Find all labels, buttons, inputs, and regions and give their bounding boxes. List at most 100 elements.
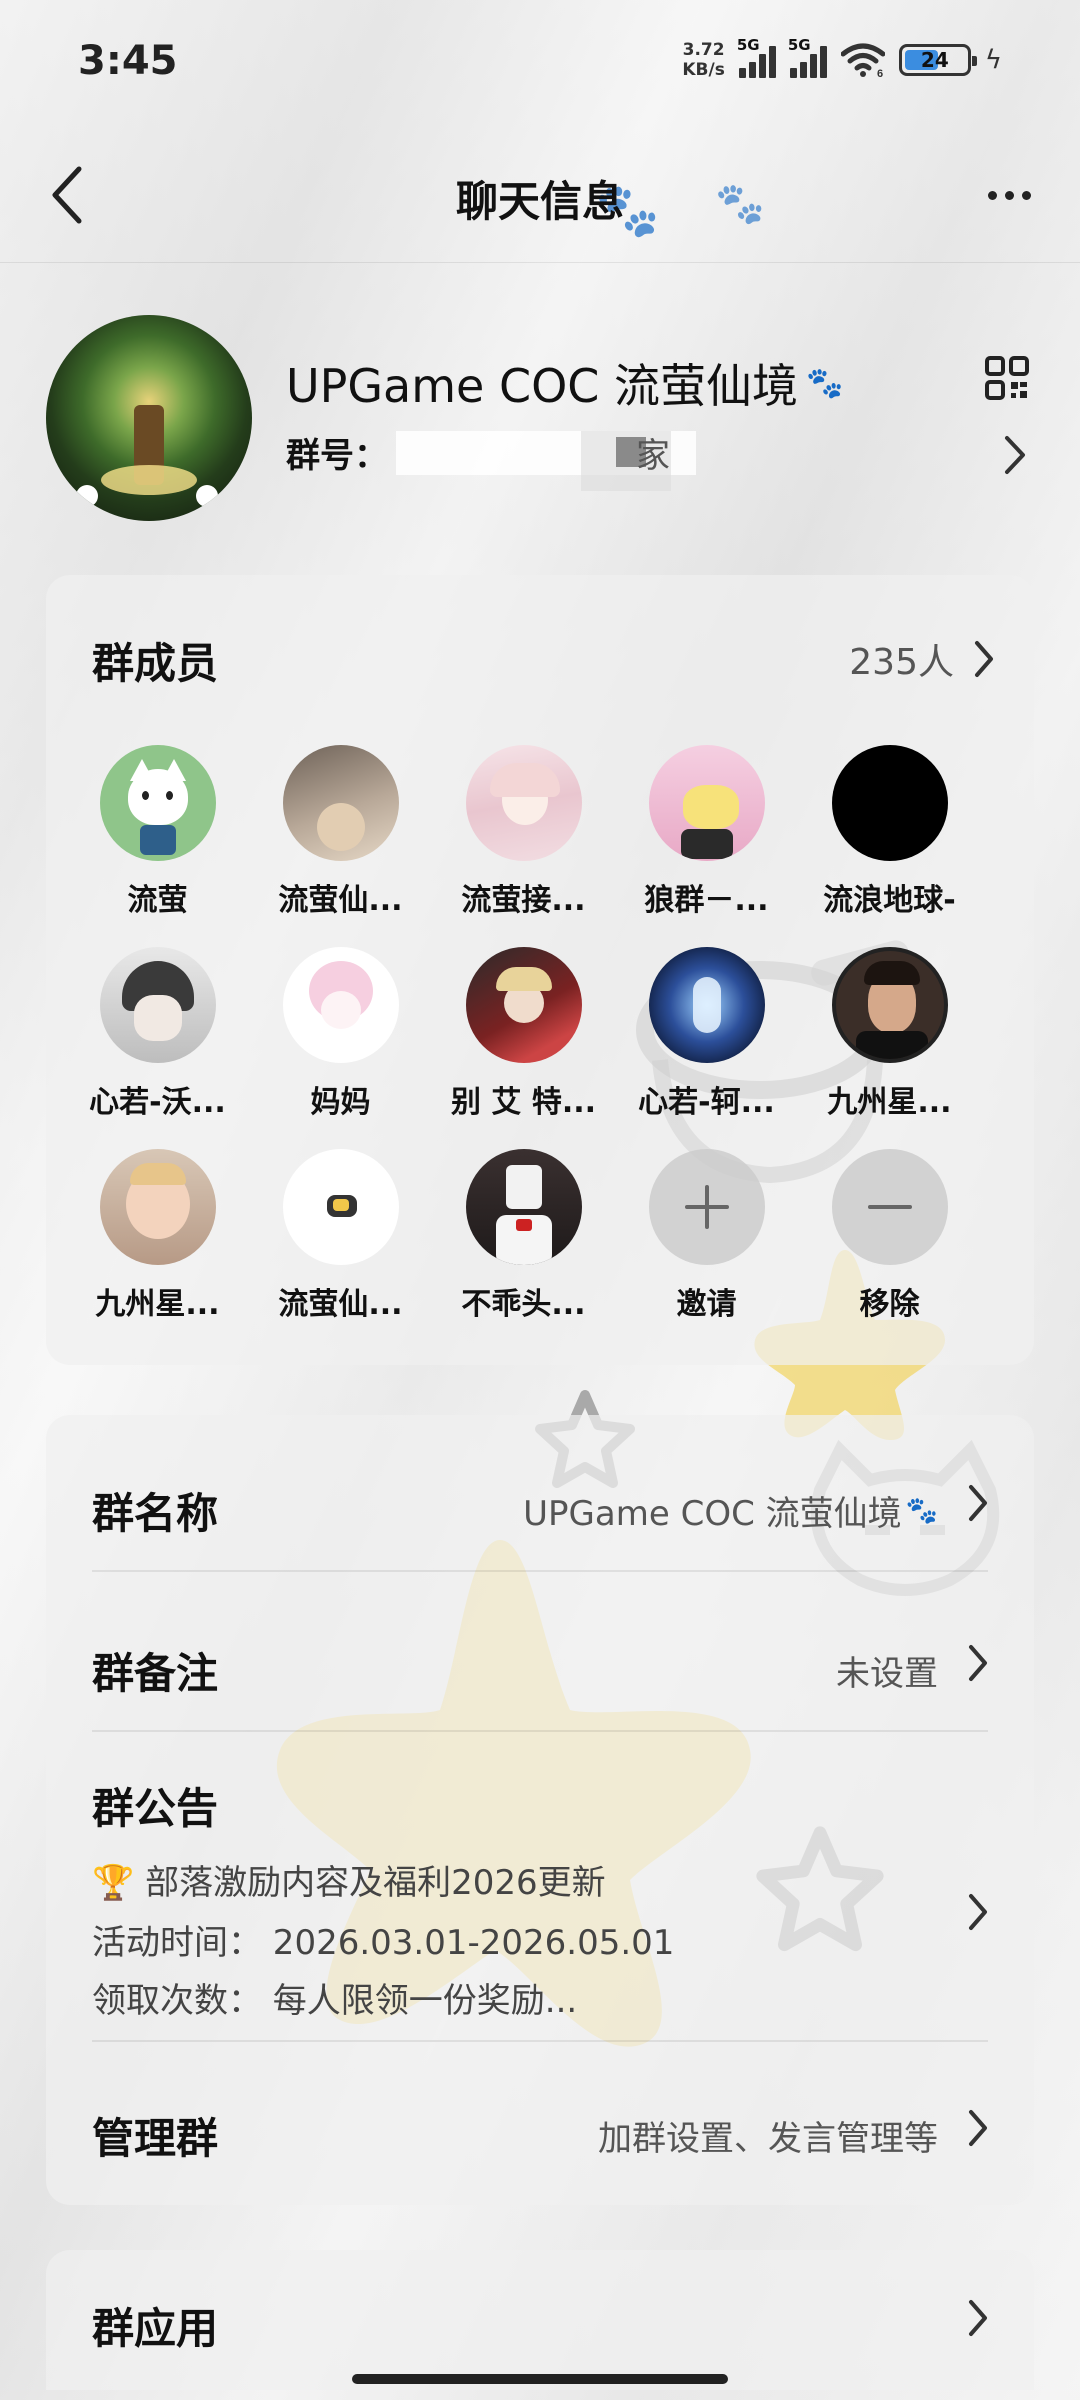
group-name-row[interactable]: 群名称 UPGame COC 流萤仙境 🐾 xyxy=(92,1470,988,1550)
announcement-period: 活动时间： 2026.03.01-2026.05.01 xyxy=(92,1923,675,1963)
chevron-right-icon xyxy=(969,2110,987,2146)
member-avatar xyxy=(282,947,399,1063)
member-avatar xyxy=(282,745,399,861)
member-avatar xyxy=(282,1149,399,1265)
group-apps-label: 群应用 xyxy=(92,2304,219,2353)
member-avatar xyxy=(99,745,216,861)
member-item[interactable]: 流萤 xyxy=(66,745,249,919)
qr-code-icon[interactable] xyxy=(984,355,1030,401)
member-name: 流浪地球- xyxy=(823,883,956,918)
wifi-icon: 6 xyxy=(840,43,885,78)
paw-emoji-icon: 🐾 xyxy=(806,365,844,401)
member-name: 心若-轲... xyxy=(638,1085,775,1120)
group-remark-label: 群备注 xyxy=(92,1649,219,1698)
member-avatar xyxy=(465,947,582,1063)
members-section-title: 群成员 xyxy=(92,639,219,688)
group-remark-value: 未设置 xyxy=(836,1654,938,1694)
minus-icon xyxy=(831,1149,948,1265)
status-bar: 3:45 3.72 KB/s 5G 5G 6 24 ϟ xyxy=(0,0,1080,130)
invite-label: 邀请 xyxy=(676,1287,737,1322)
member-avatar xyxy=(831,947,948,1063)
member-name: 九州星... xyxy=(827,1085,952,1120)
member-avatar xyxy=(465,745,582,861)
group-id: 群号： 家 xyxy=(286,428,696,491)
announcement-label: 群公告 xyxy=(92,1784,219,1833)
group-settings-card: 群名称 UPGame COC 流萤仙境 🐾 群备注 未设置 群公告 🏆 部落激励… xyxy=(46,1415,1034,2205)
member-item[interactable]: 妈妈 xyxy=(249,947,432,1121)
member-name: 妈妈 xyxy=(310,1085,371,1120)
announcement-claim: 领取次数： 每人限领一份奖励... xyxy=(92,1981,578,2021)
status-icons: 3.72 KB/s 5G 5G 6 24 ϟ xyxy=(682,36,1002,80)
group-announcement-row[interactable]: 群公告 🏆 部落激励内容及福利2026更新 活动时间： 2026.03.01-2… xyxy=(92,1765,988,2021)
member-avatar xyxy=(465,1149,582,1265)
group-name-label: 群名称 xyxy=(92,1489,219,1538)
member-name: 狼群－... xyxy=(644,883,769,918)
more-options-button[interactable] xyxy=(974,170,1044,220)
member-avatar xyxy=(99,1149,216,1265)
member-avatar xyxy=(831,745,948,861)
member-item[interactable]: 心若-轲... xyxy=(615,947,798,1121)
member-item[interactable]: 心若-沃... xyxy=(66,947,249,1121)
member-name: 流萤接... xyxy=(461,883,586,918)
svg-text:6: 6 xyxy=(877,68,883,78)
page-title: 聊天信息 xyxy=(455,177,624,226)
cellular-signal-icon: 5G xyxy=(788,36,827,78)
row-divider xyxy=(92,1570,988,1572)
manage-group-row[interactable]: 管理群 加群设置、发言管理等 xyxy=(92,2095,988,2175)
member-name: 心若-沃... xyxy=(89,1085,226,1120)
group-apps-card[interactable]: 群应用 xyxy=(46,2250,1034,2390)
member-item[interactable]: 别 艾 特... xyxy=(432,947,615,1121)
remove-label: 移除 xyxy=(859,1287,920,1322)
plus-icon xyxy=(648,1149,765,1265)
chevron-right-icon xyxy=(1005,436,1025,474)
member-name: 流萤仙... xyxy=(278,1287,403,1322)
chevron-right-icon xyxy=(969,2300,987,2336)
member-item[interactable]: 流浪地球- xyxy=(798,745,981,919)
network-speed: 3.72 KB/s xyxy=(682,40,725,80)
member-avatar xyxy=(648,745,765,861)
announcement-title: 🏆 部落激励内容及福利2026更新 xyxy=(92,1863,606,1903)
member-item[interactable]: 不乖头... xyxy=(432,1149,615,1323)
member-item[interactable]: 九州星... xyxy=(66,1149,249,1323)
remove-member-button[interactable]: 移除 xyxy=(798,1149,981,1323)
member-name: 流萤 xyxy=(127,883,188,918)
member-avatar xyxy=(99,947,216,1063)
home-indicator[interactable] xyxy=(352,2374,728,2384)
member-item[interactable]: 流萤仙... xyxy=(249,745,432,919)
chevron-right-icon xyxy=(969,1894,987,1930)
nav-divider xyxy=(0,262,1080,263)
member-name: 流萤仙... xyxy=(278,883,403,918)
members-grid: 流萤 流萤仙... 流萤接... 狼群－... 流浪地球- 心若-沃... 妈妈… xyxy=(66,745,1026,1323)
member-item[interactable]: 流萤接... xyxy=(432,745,615,919)
group-name-value: UPGame COC 流萤仙境 🐾 xyxy=(523,1494,938,1534)
member-item[interactable]: 九州星... xyxy=(798,947,981,1121)
row-divider xyxy=(92,2040,988,2042)
battery-icon: 24 xyxy=(898,44,977,76)
group-profile-header[interactable]: UPGame COC 流萤仙境 🐾 群号： 家 xyxy=(46,300,1036,530)
top-nav-bar: 聊天信息 xyxy=(0,130,1080,260)
member-item[interactable]: 流萤仙... xyxy=(249,1149,432,1323)
member-count: 235人 xyxy=(849,642,954,683)
group-members-card: 群成员 235人 流萤 流萤仙... 流萤接... 狼群－... 流浪地球- 心… xyxy=(46,575,1034,1365)
group-avatar[interactable] xyxy=(46,315,252,521)
member-name: 九州星... xyxy=(95,1287,220,1322)
row-divider xyxy=(92,1730,988,1732)
invite-member-button[interactable]: 邀请 xyxy=(615,1149,798,1323)
manage-group-value: 加群设置、发言管理等 xyxy=(598,2119,938,2159)
chevron-right-icon xyxy=(969,1485,987,1521)
member-item[interactable]: 狼群－... xyxy=(615,745,798,919)
chevron-right-icon xyxy=(969,1645,987,1681)
status-time: 3:45 xyxy=(78,38,178,84)
group-name: UPGame COC 流萤仙境 🐾 xyxy=(286,359,844,413)
members-count-link[interactable]: 235人 xyxy=(849,633,994,685)
paw-emoji-icon: 🐾 xyxy=(905,1495,938,1526)
charging-icon: ϟ xyxy=(984,45,1002,75)
group-remark-row[interactable]: 群备注 未设置 xyxy=(92,1630,988,1710)
cellular-signal-icon: 5G xyxy=(737,36,776,78)
chevron-right-icon xyxy=(975,641,993,677)
manage-group-label: 管理群 xyxy=(92,2114,219,2163)
group-apps-row[interactable]: 群应用 xyxy=(92,2295,988,2375)
member-name: 别 艾 特... xyxy=(450,1085,597,1120)
member-avatar xyxy=(648,947,765,1063)
member-name: 不乖头... xyxy=(461,1287,586,1322)
